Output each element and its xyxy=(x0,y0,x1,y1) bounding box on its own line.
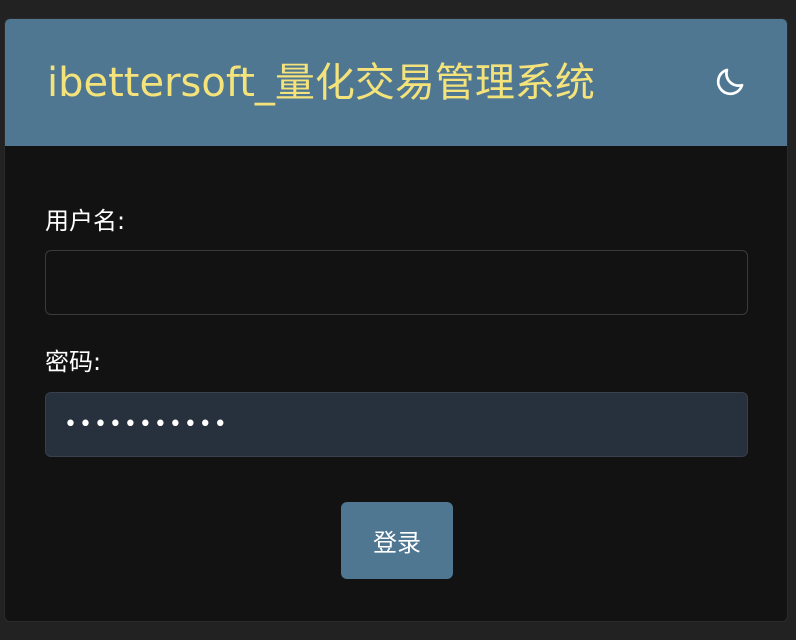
theme-toggle-button[interactable] xyxy=(713,65,747,99)
username-input[interactable] xyxy=(45,250,748,315)
username-label: 用户名: xyxy=(45,207,126,235)
password-input[interactable] xyxy=(45,392,748,457)
card-header: ibettersoft_量化交易管理系统 xyxy=(5,19,787,146)
login-card: ibettersoft_量化交易管理系统 用户名: 密码: 登录 xyxy=(4,18,788,622)
app-title: ibettersoft_量化交易管理系统 xyxy=(47,60,595,106)
login-button[interactable]: 登录 xyxy=(341,502,453,579)
moon-icon xyxy=(716,68,744,96)
password-label: 密码: xyxy=(45,348,102,376)
